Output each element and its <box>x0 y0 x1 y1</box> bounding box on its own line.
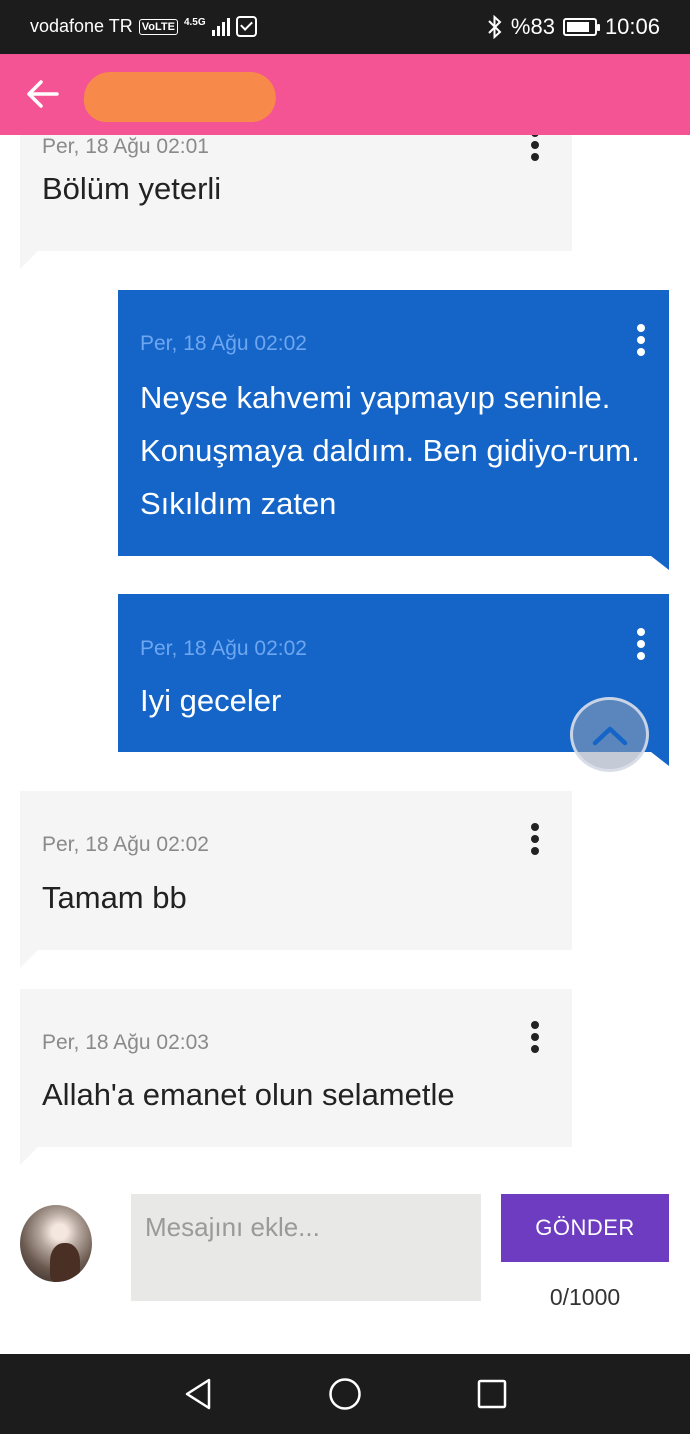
battery-percent: %83 <box>510 14 555 39</box>
message-input[interactable] <box>131 1194 481 1301</box>
arrow-left-icon <box>27 80 59 108</box>
message-text: Allah'a emanet olun selametle <box>42 1077 455 1112</box>
status-right: %83 10:06 <box>487 14 660 40</box>
character-counter: 0/1000 <box>549 1284 621 1310</box>
message-outgoing: Per, 18 Ağu 02:02 Neyse kahvemi yapmayıp… <box>118 290 669 570</box>
chevron-up-icon <box>592 726 627 745</box>
battery-level <box>566 22 589 32</box>
more-vert-icon[interactable] <box>629 320 653 360</box>
message-text: Tamam bb <box>42 880 187 915</box>
network-type: 4.5G <box>183 16 206 28</box>
redacted-contact-name <box>81 72 279 122</box>
bubble-tail <box>651 752 669 766</box>
carrier-name: vodafone TR <box>30 16 133 36</box>
message-timestamp: Per, 18 Ağu 02:01 <box>42 135 209 158</box>
bubble-tail <box>651 556 669 570</box>
nav-back-button[interactable] <box>178 1374 218 1414</box>
more-vert-icon[interactable] <box>523 1017 547 1057</box>
signal-icon <box>211 17 230 36</box>
message-text: Neyse kahvemi yapmayıp seninle. Konuşmay… <box>140 380 640 521</box>
message-timestamp: Per, 18 Ağu 02:02 <box>42 833 209 856</box>
recents-square-icon <box>477 1379 507 1409</box>
bubble-tail <box>20 251 38 269</box>
home-circle-icon <box>329 1378 361 1410</box>
chat-thread: Per, 18 Ağu 02:01 Bölüm yeterli Per, 18 … <box>0 125 690 1175</box>
volte-icon: VoLTE <box>138 18 178 35</box>
avatar <box>20 1205 92 1282</box>
message-incoming: Per, 18 Ağu 02:01 Bölüm yeterli <box>20 125 572 269</box>
scroll-to-top-button[interactable] <box>570 697 649 772</box>
bubble-tail <box>20 1147 38 1165</box>
message-text: Bölüm yeterli <box>42 171 222 206</box>
message-text: Iyi geceler <box>140 683 282 718</box>
notification-icon <box>235 16 257 37</box>
nav-recents-button[interactable] <box>472 1374 512 1414</box>
battery-icon <box>562 18 600 36</box>
bluetooth-icon <box>488 15 502 39</box>
status-bar: vodafone TR VoLTE 4.5G %83 10:06 <box>0 0 690 54</box>
clock: 10:06 <box>604 14 660 39</box>
bubble-tail <box>20 950 38 968</box>
message-incoming: Per, 18 Ağu 02:03 Allah'a emanet olun se… <box>20 989 572 1165</box>
message-incoming: Per, 18 Ağu 02:02 Tamam bb <box>20 791 572 968</box>
status-left: vodafone TR VoLTE 4.5G <box>30 16 257 37</box>
message-timestamp: Per, 18 Ağu 02:03 <box>42 1031 209 1054</box>
nav-home-button[interactable] <box>325 1374 365 1414</box>
app-bar <box>0 54 690 135</box>
back-triangle-icon <box>185 1378 211 1410</box>
message-timestamp: Per, 18 Ağu 02:02 <box>140 637 307 660</box>
message-timestamp: Per, 18 Ağu 02:02 <box>140 332 307 355</box>
navigation-bar <box>0 1354 690 1434</box>
more-vert-icon[interactable] <box>629 624 653 664</box>
back-button[interactable] <box>18 70 66 118</box>
send-button[interactable]: GÖNDER <box>501 1194 669 1262</box>
more-vert-icon[interactable] <box>523 819 547 859</box>
